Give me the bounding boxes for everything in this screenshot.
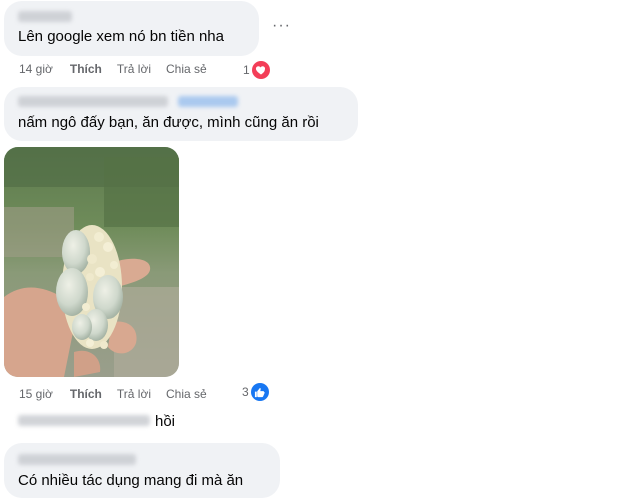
reaction-count: 1 — [243, 63, 250, 77]
comment-photo[interactable] — [4, 147, 179, 377]
comment-actions-1: 14 giờ Thích Trả lời Chia sẻ — [19, 62, 222, 76]
comment-time[interactable]: 14 giờ — [19, 62, 53, 76]
comment-time[interactable]: 15 giờ — [19, 387, 53, 401]
comment-text: Lên google xem nó bn tiền nha — [18, 28, 224, 45]
tagged-name[interactable] — [178, 96, 238, 107]
comment-bubble-4: Có nhiều tác dụng mang đi mà ăn — [4, 443, 280, 498]
blurred-comment-text — [18, 415, 150, 426]
share-button[interactable]: Chia sẻ — [166, 62, 207, 76]
reaction-count: 3 — [242, 385, 249, 399]
commenter-name[interactable] — [18, 454, 136, 465]
like-icon — [250, 383, 269, 401]
comment-actions-2: 15 giờ Thích Trả lời Chia sẻ — [19, 387, 222, 401]
like-button[interactable]: Thích — [70, 387, 102, 401]
commenter-name[interactable] — [18, 96, 168, 107]
corn-smut-photo — [4, 147, 179, 377]
reaction-summary-1[interactable]: 1 — [243, 61, 270, 79]
comment-bubble-1: Lên google xem nó bn tiền nha — [4, 1, 259, 56]
comment-bubble-2: nấm ngô đấy bạn, ăn được, mình cũng ăn r… — [4, 87, 358, 141]
reply-button[interactable]: Trả lời — [117, 62, 151, 76]
comment-text: Có nhiều tác dụng mang đi mà ăn — [18, 472, 244, 489]
comment-text: hồi — [155, 413, 176, 430]
share-button[interactable]: Chia sẻ — [166, 387, 207, 401]
reply-button[interactable]: Trả lời — [117, 387, 151, 401]
more-options-icon[interactable]: ··· — [272, 17, 291, 35]
reaction-summary-2[interactable]: 3 — [242, 383, 269, 401]
heart-icon — [251, 61, 270, 79]
comment-text: nấm ngô đấy bạn, ăn được, mình cũng ăn r… — [18, 114, 319, 131]
like-button[interactable]: Thích — [70, 62, 102, 76]
commenter-name[interactable] — [18, 11, 72, 22]
